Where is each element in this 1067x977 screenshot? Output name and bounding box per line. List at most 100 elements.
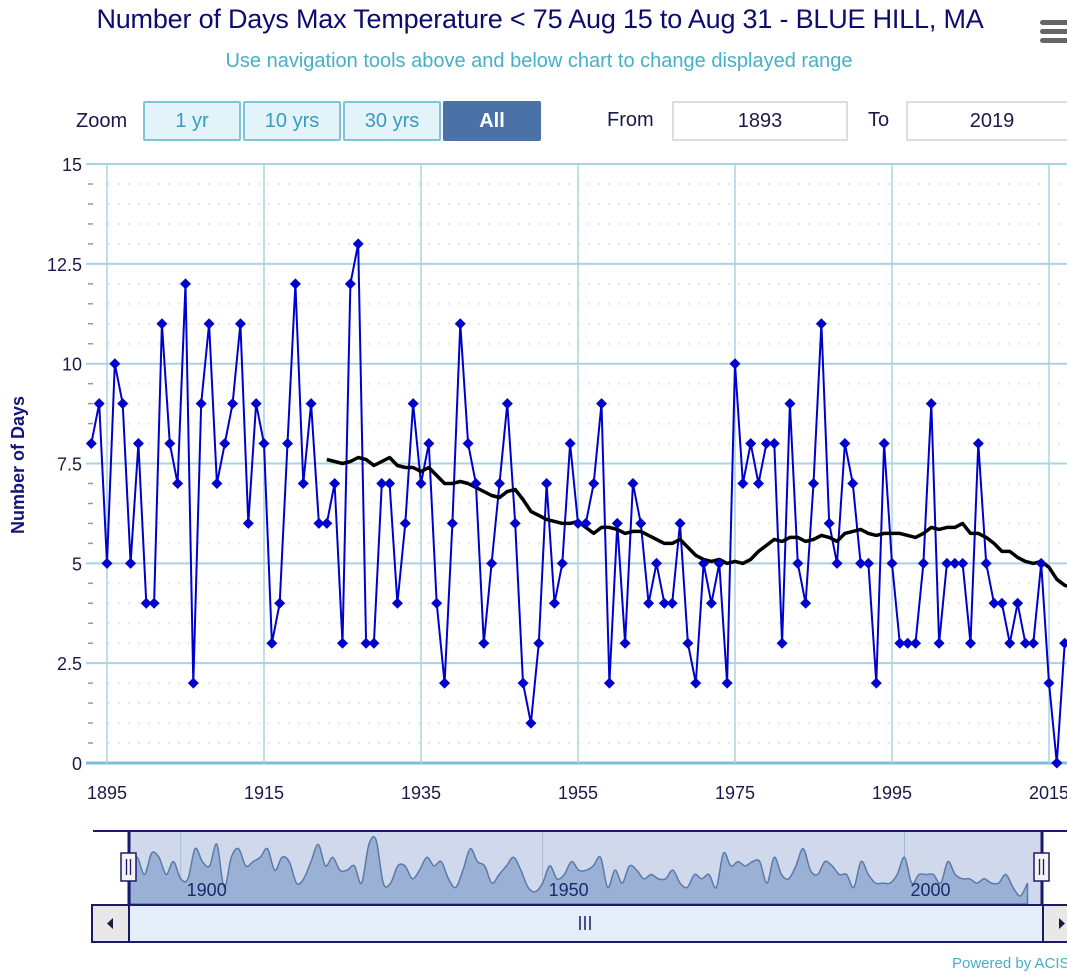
data-point-marker[interactable]: [109, 358, 121, 370]
data-point-marker[interactable]: [580, 517, 592, 529]
data-point-marker[interactable]: [117, 398, 129, 410]
data-point-marker[interactable]: [329, 477, 341, 489]
data-point-marker[interactable]: [289, 278, 301, 290]
data-point-marker[interactable]: [862, 557, 874, 569]
drag-handle-icon[interactable]: [120, 852, 137, 882]
data-point-marker[interactable]: [384, 477, 396, 489]
data-point-marker[interactable]: [132, 438, 144, 450]
navigator-right-handle[interactable]: [1033, 852, 1050, 882]
data-point-marker[interactable]: [808, 477, 819, 489]
data-point-marker[interactable]: [548, 597, 560, 609]
data-point-marker[interactable]: [93, 398, 105, 410]
data-point-marker[interactable]: [1012, 597, 1024, 609]
data-point-marker[interactable]: [297, 477, 309, 489]
data-point-marker[interactable]: [776, 637, 788, 649]
data-point-marker[interactable]: [1004, 637, 1016, 649]
data-point-marker[interactable]: [1059, 637, 1067, 649]
data-point-marker[interactable]: [211, 477, 223, 489]
data-point-marker[interactable]: [337, 637, 348, 649]
data-point-marker[interactable]: [635, 517, 647, 529]
data-point-marker[interactable]: [815, 318, 827, 330]
data-point-marker[interactable]: [407, 398, 419, 410]
data-point-marker[interactable]: [446, 517, 458, 529]
data-point-marker[interactable]: [431, 597, 443, 609]
data-point-marker[interactable]: [423, 438, 435, 450]
data-point-marker[interactable]: [870, 677, 882, 689]
data-point-marker[interactable]: [85, 438, 97, 450]
data-point-marker[interactable]: [1051, 757, 1063, 769]
data-point-marker[interactable]: [227, 398, 239, 410]
data-point-marker[interactable]: [234, 318, 246, 330]
data-point-marker[interactable]: [917, 557, 929, 569]
data-point-marker[interactable]: [596, 398, 608, 410]
data-point-marker[interactable]: [933, 637, 945, 649]
data-point-marker[interactable]: [690, 677, 702, 689]
data-point-marker[interactable]: [368, 637, 380, 649]
data-point-marker[interactable]: [839, 438, 851, 450]
data-point-marker[interactable]: [800, 597, 812, 609]
data-point-marker[interactable]: [101, 557, 113, 569]
data-point-marker[interactable]: [274, 597, 286, 609]
data-point-marker[interactable]: [250, 398, 262, 410]
data-point-marker[interactable]: [391, 597, 403, 609]
data-point-marker[interactable]: [729, 358, 741, 370]
data-point-marker[interactable]: [674, 517, 686, 529]
data-point-marker[interactable]: [352, 238, 364, 250]
data-point-marker[interactable]: [164, 438, 176, 450]
data-point-marker[interactable]: [643, 597, 655, 609]
data-point-marker[interactable]: [847, 477, 859, 489]
data-point-marker[interactable]: [282, 438, 294, 450]
data-point-marker[interactable]: [831, 557, 843, 569]
data-point-marker[interactable]: [737, 477, 749, 489]
data-point-marker[interactable]: [501, 398, 513, 410]
data-point-marker[interactable]: [588, 477, 600, 489]
data-point-marker[interactable]: [910, 637, 922, 649]
data-point-marker[interactable]: [305, 398, 317, 410]
data-point-marker[interactable]: [556, 557, 568, 569]
navigator[interactable]: 1900 1950 2000: [91, 830, 1067, 943]
data-point-marker[interactable]: [651, 557, 662, 569]
data-point-marker[interactable]: [1043, 677, 1055, 689]
data-point-marker[interactable]: [399, 517, 411, 529]
data-point-marker[interactable]: [705, 597, 717, 609]
data-point-marker[interactable]: [486, 557, 498, 569]
data-point-marker[interactable]: [603, 677, 615, 689]
data-point-marker[interactable]: [439, 677, 451, 689]
data-point-marker[interactable]: [266, 637, 278, 649]
data-point-marker[interactable]: [172, 477, 184, 489]
data-point-marker[interactable]: [823, 517, 835, 529]
data-point-marker[interactable]: [415, 477, 427, 489]
data-point-marker[interactable]: [321, 517, 333, 529]
data-point-marker[interactable]: [454, 318, 466, 330]
data-point-marker[interactable]: [517, 677, 529, 689]
data-point-marker[interactable]: [509, 517, 521, 529]
data-point-marker[interactable]: [187, 677, 199, 689]
data-point-marker[interactable]: [753, 477, 765, 489]
data-point-marker[interactable]: [219, 438, 231, 450]
data-point-marker[interactable]: [195, 398, 207, 410]
data-point-marker[interactable]: [156, 318, 168, 330]
powered-by-credit[interactable]: Powered by ACIS: [952, 955, 1067, 972]
data-point-marker[interactable]: [148, 597, 160, 609]
data-point-marker[interactable]: [564, 438, 576, 450]
data-point-marker[interactable]: [494, 477, 505, 489]
data-point-marker[interactable]: [478, 637, 490, 649]
data-point-marker[interactable]: [996, 597, 1008, 609]
drag-handle-icon[interactable]: [1033, 852, 1050, 882]
data-point-marker[interactable]: [666, 597, 678, 609]
data-point-marker[interactable]: [627, 477, 639, 489]
data-point-marker[interactable]: [792, 557, 804, 569]
data-point-marker[interactable]: [886, 557, 898, 569]
data-point-marker[interactable]: [344, 278, 356, 290]
data-point-marker[interactable]: [965, 637, 976, 649]
data-point-marker[interactable]: [180, 278, 191, 290]
navigator-left-handle[interactable]: [120, 852, 137, 882]
data-point-marker[interactable]: [619, 637, 631, 649]
data-point-marker[interactable]: [525, 717, 537, 729]
data-point-marker[interactable]: [784, 398, 796, 410]
data-point-marker[interactable]: [721, 677, 733, 689]
data-point-marker[interactable]: [533, 637, 545, 649]
data-point-marker[interactable]: [768, 438, 780, 450]
data-point-marker[interactable]: [541, 477, 553, 489]
data-point-marker[interactable]: [878, 438, 890, 450]
